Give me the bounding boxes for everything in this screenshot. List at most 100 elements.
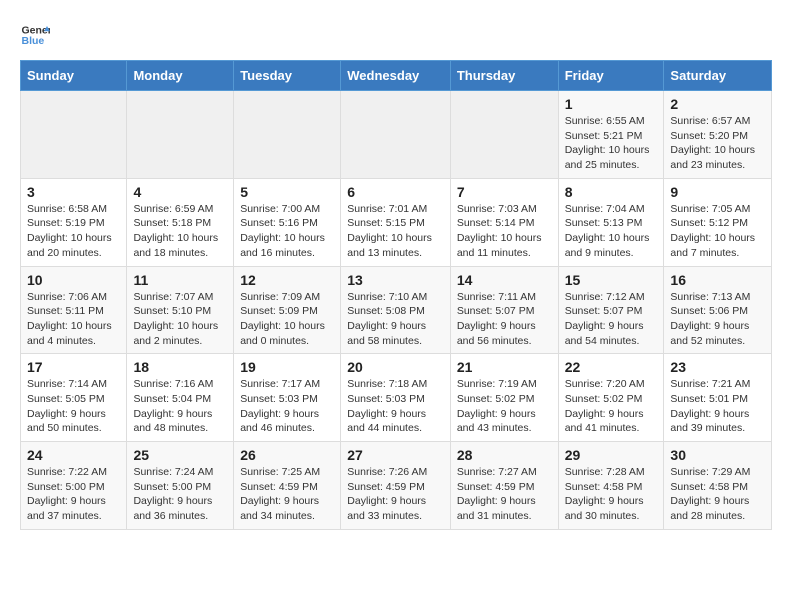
calendar-cell: 3 Sunrise: 6:58 AMSunset: 5:19 PMDaylight… — [21, 178, 127, 266]
day-info: Sunrise: 7:25 AMSunset: 4:59 PMDaylight:… — [240, 465, 334, 524]
day-number: 7 — [457, 184, 552, 200]
calendar-cell: 26 Sunrise: 7:25 AMSunset: 4:59 PMDayligh… — [234, 442, 341, 530]
day-number: 5 — [240, 184, 334, 200]
calendar-cell: 10 Sunrise: 7:06 AMSunset: 5:11 PMDayligh… — [21, 266, 127, 354]
day-number: 6 — [347, 184, 444, 200]
calendar-cell — [341, 91, 451, 179]
day-number: 3 — [27, 184, 120, 200]
day-info: Sunrise: 7:13 AMSunset: 5:06 PMDaylight:… — [670, 290, 765, 349]
day-number: 21 — [457, 359, 552, 375]
day-info: Sunrise: 7:20 AMSunset: 5:02 PMDaylight:… — [565, 377, 658, 436]
calendar-cell: 18 Sunrise: 7:16 AMSunset: 5:04 PMDayligh… — [127, 354, 234, 442]
day-number: 8 — [565, 184, 658, 200]
day-number: 15 — [565, 272, 658, 288]
day-number: 26 — [240, 447, 334, 463]
calendar-table: SundayMondayTuesdayWednesdayThursdayFrid… — [20, 60, 772, 530]
day-info: Sunrise: 6:59 AMSunset: 5:18 PMDaylight:… — [133, 202, 227, 261]
day-number: 29 — [565, 447, 658, 463]
day-info: Sunrise: 7:27 AMSunset: 4:59 PMDaylight:… — [457, 465, 552, 524]
calendar-cell: 19 Sunrise: 7:17 AMSunset: 5:03 PMDayligh… — [234, 354, 341, 442]
day-number: 4 — [133, 184, 227, 200]
day-info: Sunrise: 7:29 AMSunset: 4:58 PMDaylight:… — [670, 465, 765, 524]
day-info: Sunrise: 7:10 AMSunset: 5:08 PMDaylight:… — [347, 290, 444, 349]
day-number: 10 — [27, 272, 120, 288]
day-info: Sunrise: 7:21 AMSunset: 5:01 PMDaylight:… — [670, 377, 765, 436]
column-header-monday: Monday — [127, 61, 234, 91]
calendar-cell: 21Sunrise: 7:19 AMSunset: 5:02 PMDayligh… — [450, 354, 558, 442]
calendar-week-row: 3 Sunrise: 6:58 AMSunset: 5:19 PMDaylight… — [21, 178, 772, 266]
day-number: 19 — [240, 359, 334, 375]
svg-text:Blue: Blue — [22, 35, 45, 47]
calendar-cell: 12Sunrise: 7:09 AMSunset: 5:09 PMDayligh… — [234, 266, 341, 354]
day-number: 25 — [133, 447, 227, 463]
day-number: 28 — [457, 447, 552, 463]
calendar-cell: 7Sunrise: 7:03 AMSunset: 5:14 PMDaylight… — [450, 178, 558, 266]
day-number: 27 — [347, 447, 444, 463]
day-info: Sunrise: 7:14 AMSunset: 5:05 PMDaylight:… — [27, 377, 120, 436]
calendar-cell: 1Sunrise: 6:55 AMSunset: 5:21 PMDaylight… — [558, 91, 664, 179]
day-info: Sunrise: 6:57 AMSunset: 5:20 PMDaylight:… — [670, 114, 765, 173]
day-number: 20 — [347, 359, 444, 375]
calendar-week-row: 1Sunrise: 6:55 AMSunset: 5:21 PMDaylight… — [21, 91, 772, 179]
day-number: 23 — [670, 359, 765, 375]
day-info: Sunrise: 7:28 AMSunset: 4:58 PMDaylight:… — [565, 465, 658, 524]
calendar-cell — [450, 91, 558, 179]
calendar-header-row: SundayMondayTuesdayWednesdayThursdayFrid… — [21, 61, 772, 91]
day-info: Sunrise: 6:58 AMSunset: 5:19 PMDaylight:… — [27, 202, 120, 261]
day-number: 13 — [347, 272, 444, 288]
day-info: Sunrise: 7:06 AMSunset: 5:11 PMDaylight:… — [27, 290, 120, 349]
day-info: Sunrise: 7:11 AMSunset: 5:07 PMDaylight:… — [457, 290, 552, 349]
day-info: Sunrise: 7:16 AMSunset: 5:04 PMDaylight:… — [133, 377, 227, 436]
day-info: Sunrise: 7:17 AMSunset: 5:03 PMDaylight:… — [240, 377, 334, 436]
logo: General Blue — [20, 20, 50, 50]
calendar-cell: 23 Sunrise: 7:21 AMSunset: 5:01 PMDayligh… — [664, 354, 772, 442]
day-info: Sunrise: 7:18 AMSunset: 5:03 PMDaylight:… — [347, 377, 444, 436]
calendar-cell: 8 Sunrise: 7:04 AMSunset: 5:13 PMDaylight… — [558, 178, 664, 266]
day-number: 2 — [670, 96, 765, 112]
day-info: Sunrise: 7:26 AMSunset: 4:59 PMDaylight:… — [347, 465, 444, 524]
column-header-wednesday: Wednesday — [341, 61, 451, 91]
day-info: Sunrise: 7:22 AMSunset: 5:00 PMDaylight:… — [27, 465, 120, 524]
day-info: Sunrise: 7:04 AMSunset: 5:13 PMDaylight:… — [565, 202, 658, 261]
calendar-week-row: 17 Sunrise: 7:14 AMSunset: 5:05 PMDayligh… — [21, 354, 772, 442]
calendar-cell — [127, 91, 234, 179]
day-number: 11 — [133, 272, 227, 288]
day-info: Sunrise: 6:55 AMSunset: 5:21 PMDaylight:… — [565, 114, 658, 173]
calendar-cell: 20 Sunrise: 7:18 AMSunset: 5:03 PMDayligh… — [341, 354, 451, 442]
calendar-cell: 11 Sunrise: 7:07 AMSunset: 5:10 PMDayligh… — [127, 266, 234, 354]
day-info: Sunrise: 7:01 AMSunset: 5:15 PMDaylight:… — [347, 202, 444, 261]
day-info: Sunrise: 7:09 AMSunset: 5:09 PMDaylight:… — [240, 290, 334, 349]
calendar-week-row: 24 Sunrise: 7:22 AMSunset: 5:00 PMDayligh… — [21, 442, 772, 530]
calendar-cell: 29 Sunrise: 7:28 AMSunset: 4:58 PMDayligh… — [558, 442, 664, 530]
day-info: Sunrise: 7:24 AMSunset: 5:00 PMDaylight:… — [133, 465, 227, 524]
column-header-saturday: Saturday — [664, 61, 772, 91]
calendar-cell: 9Sunrise: 7:05 AMSunset: 5:12 PMDaylight… — [664, 178, 772, 266]
day-info: Sunrise: 7:12 AMSunset: 5:07 PMDaylight:… — [565, 290, 658, 349]
day-number: 16 — [670, 272, 765, 288]
calendar-cell: 30 Sunrise: 7:29 AMSunset: 4:58 PMDayligh… — [664, 442, 772, 530]
calendar-cell — [234, 91, 341, 179]
day-number: 22 — [565, 359, 658, 375]
column-header-sunday: Sunday — [21, 61, 127, 91]
calendar-cell: 15 Sunrise: 7:12 AMSunset: 5:07 PMDayligh… — [558, 266, 664, 354]
calendar-cell: 2 Sunrise: 6:57 AMSunset: 5:20 PMDaylight… — [664, 91, 772, 179]
day-number: 14 — [457, 272, 552, 288]
header: General Blue — [20, 20, 772, 50]
calendar-cell: 28 Sunrise: 7:27 AMSunset: 4:59 PMDayligh… — [450, 442, 558, 530]
logo-icon: General Blue — [20, 20, 50, 50]
day-number: 17 — [27, 359, 120, 375]
day-info: Sunrise: 7:07 AMSunset: 5:10 PMDaylight:… — [133, 290, 227, 349]
calendar-cell: 27 Sunrise: 7:26 AMSunset: 4:59 PMDayligh… — [341, 442, 451, 530]
day-number: 24 — [27, 447, 120, 463]
calendar-cell: 16 Sunrise: 7:13 AMSunset: 5:06 PMDayligh… — [664, 266, 772, 354]
calendar-cell — [21, 91, 127, 179]
day-number: 18 — [133, 359, 227, 375]
calendar-cell: 24 Sunrise: 7:22 AMSunset: 5:00 PMDayligh… — [21, 442, 127, 530]
day-number: 30 — [670, 447, 765, 463]
day-info: Sunrise: 7:00 AMSunset: 5:16 PMDaylight:… — [240, 202, 334, 261]
calendar-cell: 22 Sunrise: 7:20 AMSunset: 5:02 PMDayligh… — [558, 354, 664, 442]
calendar-cell: 13 Sunrise: 7:10 AMSunset: 5:08 PMDayligh… — [341, 266, 451, 354]
calendar-cell: 6 Sunrise: 7:01 AMSunset: 5:15 PMDaylight… — [341, 178, 451, 266]
calendar-cell: 4 Sunrise: 6:59 AMSunset: 5:18 PMDaylight… — [127, 178, 234, 266]
calendar-week-row: 10 Sunrise: 7:06 AMSunset: 5:11 PMDayligh… — [21, 266, 772, 354]
